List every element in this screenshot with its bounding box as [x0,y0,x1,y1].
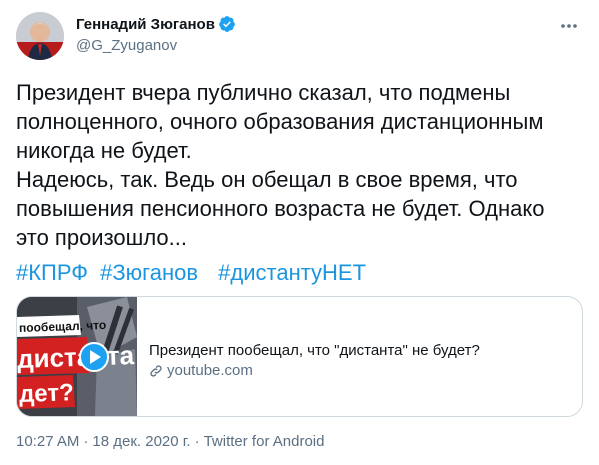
tweet-header: Геннадий Зюганов @G_Zyuganov [76,14,236,54]
tweet-time[interactable]: 10:27 AM [16,433,79,450]
meta-separator: · [83,433,89,450]
hashtag-zyuganov[interactable]: #Зюганов [100,260,198,285]
link-card[interactable]: пообещал, что дистанта дет? Президент по… [16,296,583,417]
verified-badge-icon [219,16,235,32]
card-title: Президент пообещал, что "дистанта" не бу… [149,342,480,359]
author-handle[interactable]: @G_Zyuganov [76,37,236,54]
link-icon [150,365,162,377]
more-icon[interactable] [557,14,581,38]
hashtag-kprf[interactable]: #КПРФ [16,260,88,285]
author-name[interactable]: Геннадий Зюганов [76,16,215,33]
hashtag-row: #КПРФ #Зюганов #дистантуНЕТ [16,258,366,287]
tweet-date[interactable]: 18 дек. 2020 г. [92,433,190,450]
tweet-text: Президент вчера публично сказал, что под… [16,80,545,250]
card-text: Президент пообещал, что "дистанта" не бу… [149,341,480,381]
thumbnail-text-2: дистанта [17,340,135,374]
hashtag-distantunet[interactable]: #дистантуНЕТ [218,260,366,285]
card-domain-row: youtube.com [149,361,480,381]
card-domain: youtube.com [167,362,253,379]
avatar[interactable] [16,12,64,60]
play-icon[interactable] [79,342,109,372]
tweet-source[interactable]: Twitter for Android [204,433,325,450]
thumbnail-text-3: дет? [19,379,75,408]
tweet: Геннадий Зюганов @G_Zyuganov Президент в… [0,0,599,465]
tweet-metadata: 10:27 AM · 18 дек. 2020 г. · Twitter for… [16,433,324,450]
card-thumbnail: пообещал, что дистанта дет? [17,297,137,416]
meta-separator: · [194,433,200,450]
